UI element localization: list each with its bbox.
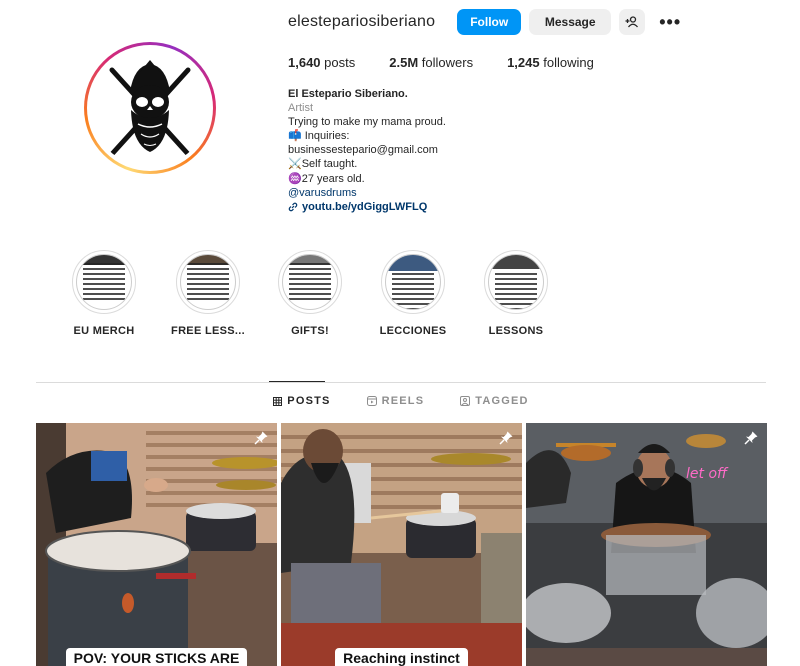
highlight-label: LECCIONES <box>379 325 447 337</box>
message-button[interactable]: Message <box>529 9 612 35</box>
link-icon <box>288 202 298 212</box>
tab-posts[interactable]: POSTS <box>273 395 330 407</box>
highlight-gifts[interactable]: GIFTS! <box>270 250 350 337</box>
tab-label: POSTS <box>287 395 331 407</box>
grid-icon <box>273 396 283 406</box>
pinned-icon <box>254 431 268 445</box>
following-stat[interactable]: 1,245 following <box>507 55 594 70</box>
bio-mention-link[interactable]: @varusdrums <box>288 186 588 200</box>
tagged-icon <box>460 396 471 406</box>
posts-label: posts <box>324 55 356 70</box>
post-caption: POV: YOUR STICKS ARE <box>65 648 248 666</box>
bio-link-text: youtu.be/ydGiggLWFLQ <box>302 200 428 213</box>
drummer-photo <box>36 423 277 666</box>
post-caption-overlay: POV: YOUR STICKS ARE <box>36 648 277 666</box>
tab-reels[interactable]: REELS <box>366 395 425 407</box>
avatar-border <box>87 45 213 171</box>
followers-label: followers <box>421 55 474 70</box>
highlight-free-lessons[interactable]: FREE LESS... <box>168 250 248 337</box>
more-options-button[interactable]: ••• <box>657 9 683 35</box>
svg-text:let off: let off <box>686 466 729 482</box>
profile-tabs: POSTS REELS TAGGED <box>36 395 766 407</box>
post-caption-overlay: Reaching instinct <box>281 648 522 666</box>
tab-tagged[interactable]: TAGGED <box>460 395 528 407</box>
followers-count: 2.5M <box>389 55 419 70</box>
tab-label: TAGGED <box>475 395 529 407</box>
following-label: following <box>543 55 594 70</box>
highlight-cover <box>72 250 136 314</box>
highlight-cover <box>484 250 548 314</box>
highlight-lessons[interactable]: LESSONS <box>476 250 556 337</box>
bio-line: ♒27 years old. <box>288 172 365 185</box>
highlight-label: LESSONS <box>488 325 544 337</box>
profile-bio: El Estepario Siberiano. Artist Trying to… <box>288 87 588 214</box>
active-tab-indicator <box>269 381 325 382</box>
drummer-photo <box>281 423 522 666</box>
profile-header-row: elesteparіosiberiano Follow Message ••• <box>288 9 683 35</box>
bio-line: 📫 Inquiries: <box>288 130 350 143</box>
highlight-cover <box>176 250 240 314</box>
highlight-lecciones[interactable]: LECCIONES <box>373 250 453 337</box>
post-thumbnail[interactable]: POV: YOUR STICKS ARE <box>36 423 277 666</box>
drummer-photo: let off <box>526 423 767 666</box>
highlight-label: EU MERCH <box>73 325 135 337</box>
posts-stat: 1,640 posts <box>288 55 355 70</box>
highlight-eu-merch[interactable]: EU MERCH <box>64 250 144 337</box>
posts-count: 1,640 <box>288 55 321 70</box>
tab-label: REELS <box>381 395 425 407</box>
username: elesteparіosiberiano <box>288 13 436 30</box>
highlight-label: FREE LESS... <box>171 325 245 337</box>
post-caption: Reaching instinct <box>335 648 468 666</box>
post-thumbnail[interactable]: Reaching instinct <box>281 423 522 666</box>
post-thumbnail[interactable]: let off <box>526 423 767 666</box>
bio-line: Trying to make my mama proud. <box>288 116 446 129</box>
pinned-icon <box>499 431 513 445</box>
following-count: 1,245 <box>507 55 540 70</box>
pinned-icon <box>744 431 758 445</box>
highlight-cover <box>278 250 342 314</box>
highlight-label: GIFTS! <box>291 325 329 337</box>
follow-button[interactable]: Follow <box>457 9 522 35</box>
bio-email: businessestepario@gmail.com <box>288 144 438 157</box>
bio-external-link[interactable]: youtu.be/ydGiggLWFLQ <box>288 200 588 214</box>
add-user-icon <box>625 16 639 28</box>
reels-icon <box>366 396 377 406</box>
skull-logo-icon <box>91 49 209 167</box>
profile-stats: 1,640 posts 2.5M followers 1,245 followi… <box>288 55 628 70</box>
tabs-divider <box>36 382 766 383</box>
followers-stat[interactable]: 2.5M followers <box>389 55 473 70</box>
suggest-user-button[interactable] <box>619 9 646 35</box>
bio-line: ⚔️Self taught. <box>288 158 358 171</box>
bio-category: Artist <box>288 102 314 115</box>
highlight-cover <box>381 250 445 314</box>
bio-name: El Estepario Siberiano. <box>288 88 408 100</box>
profile-avatar[interactable] <box>84 42 216 174</box>
